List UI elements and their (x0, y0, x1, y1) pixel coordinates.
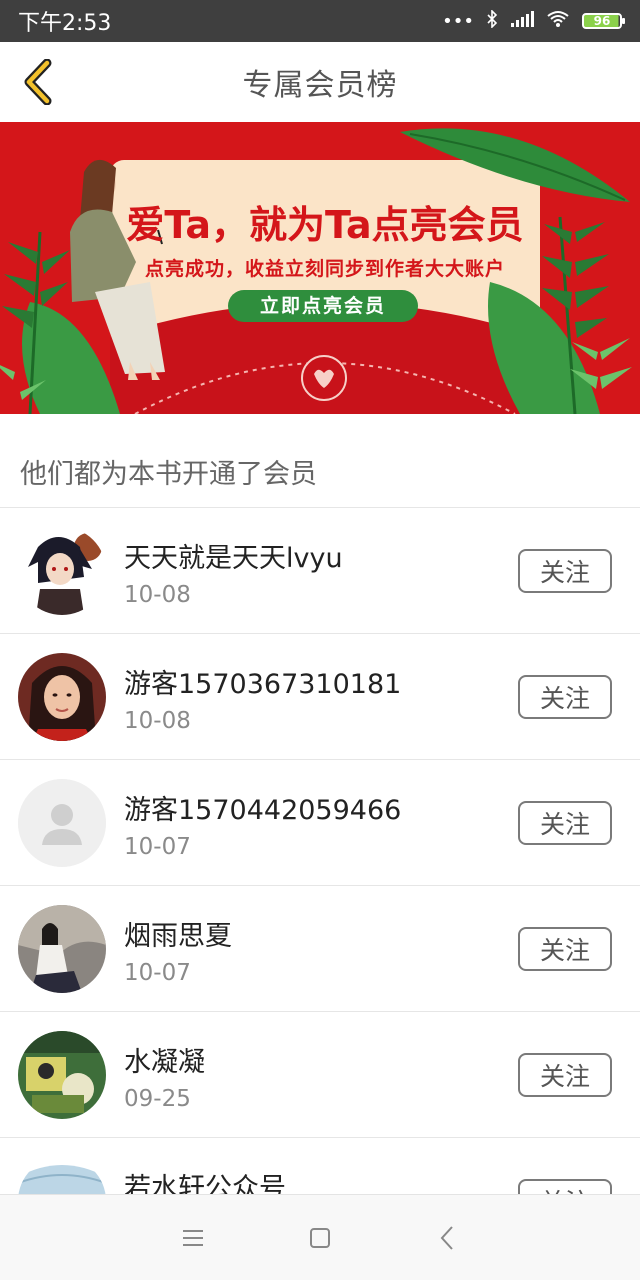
member-name: 游客1570367310181 (124, 669, 402, 700)
member-name: 天天就是天天lvyu (124, 543, 343, 574)
avatar[interactable] (18, 905, 106, 993)
member-date: 10-08 (124, 708, 191, 734)
back-button[interactable] (14, 56, 62, 108)
light-up-member-button[interactable]: 立即点亮会员 (228, 290, 418, 322)
banner-headline: 爱Ta，就为Ta点亮会员 (126, 203, 524, 247)
list-item[interactable]: 游客1570367310181 10-08 关注 (0, 633, 640, 759)
avatar[interactable] (18, 779, 106, 867)
member-name: 水凝凝 (124, 1047, 205, 1078)
follow-button[interactable]: 关注 (518, 675, 612, 719)
membership-banner[interactable]: 爱Ta，就为Ta点亮会员 点亮成功，收益立刻同步到作者大大账户 立即点亮会员 (0, 122, 640, 414)
member-name: 烟雨思夏 (124, 921, 232, 952)
member-list: 天天就是天天lvyu 10-08 关注 游客1570367310181 10-0… (0, 507, 640, 1263)
page-title: 专属会员榜 (242, 68, 398, 103)
battery-icon: 96 (582, 13, 625, 29)
member-date: 09-25 (124, 1086, 191, 1112)
wifi-icon (546, 10, 570, 33)
follow-button[interactable]: 关注 (518, 549, 612, 593)
list-item[interactable]: 天天就是天天lvyu 10-08 关注 (0, 507, 640, 633)
list-item[interactable]: 水凝凝 09-25 关注 (0, 1011, 640, 1137)
member-date: 10-07 (124, 960, 191, 986)
chevron-left-icon (24, 59, 52, 105)
menu-button[interactable] (173, 1218, 213, 1258)
bluetooth-icon (486, 8, 498, 33)
follow-button[interactable]: 关注 (518, 1053, 612, 1097)
avatar[interactable] (18, 653, 106, 741)
home-button[interactable] (300, 1218, 340, 1258)
back-triangle-icon (440, 1225, 453, 1250)
status-icons: ••• 96 (442, 8, 625, 33)
default-user-icon (18, 779, 106, 867)
follow-button[interactable]: 关注 (518, 801, 612, 845)
system-nav-bar (0, 1194, 640, 1280)
member-name: 游客1570442059466 (124, 795, 402, 826)
app-header: 专属会员榜 (0, 42, 640, 122)
more-dots-icon: ••• (442, 10, 474, 32)
list-item[interactable]: 烟雨思夏 10-07 关注 (0, 885, 640, 1011)
avatar[interactable] (18, 527, 106, 615)
list-item[interactable]: 游客1570442059466 10-07 关注 (0, 759, 640, 885)
home-square-icon (309, 1227, 330, 1248)
avatar[interactable] (18, 1031, 106, 1119)
section-title: 他们都为本书开通了会员 (20, 459, 317, 490)
system-back-button[interactable] (427, 1218, 467, 1258)
member-date: 10-07 (124, 834, 191, 860)
menu-icon (183, 1229, 204, 1246)
battery-level: 96 (593, 14, 611, 28)
status-bar: 下午2:53 ••• 96 (0, 0, 640, 42)
member-date: 10-08 (124, 582, 191, 608)
signal-icon (510, 10, 534, 32)
status-time: 下午2:53 (18, 11, 112, 36)
banner-subline: 点亮成功，收益立刻同步到作者大大账户 (144, 258, 505, 280)
follow-button[interactable]: 关注 (518, 927, 612, 971)
